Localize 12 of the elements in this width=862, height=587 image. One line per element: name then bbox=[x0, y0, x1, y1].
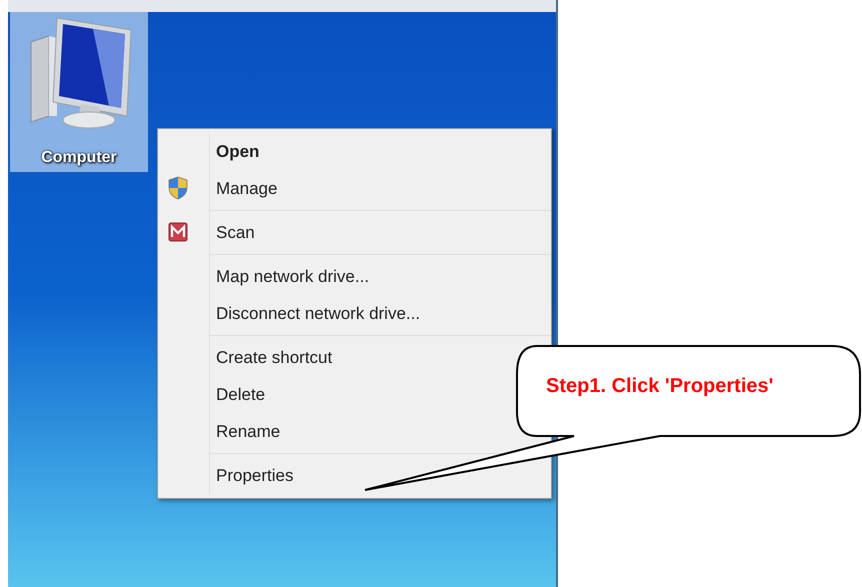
callout-text: Step1. Click 'Properties' bbox=[546, 374, 774, 399]
menu-item[interactable]: Properties bbox=[210, 457, 298, 494]
menu-item[interactable]: Open bbox=[210, 133, 264, 170]
m-logo-icon bbox=[168, 222, 188, 242]
menu-item[interactable]: Map network drive... bbox=[210, 258, 374, 295]
menu-item[interactable]: Manage bbox=[210, 170, 282, 207]
menu-item[interactable]: Create shortcut bbox=[210, 339, 336, 376]
menu-item[interactable]: Delete bbox=[210, 376, 270, 413]
menu-item[interactable]: Disconnect network drive... bbox=[210, 295, 424, 332]
menu-item[interactable]: Scan bbox=[210, 214, 259, 251]
shield-icon bbox=[167, 176, 189, 200]
menu-item[interactable]: Rename bbox=[210, 413, 284, 450]
